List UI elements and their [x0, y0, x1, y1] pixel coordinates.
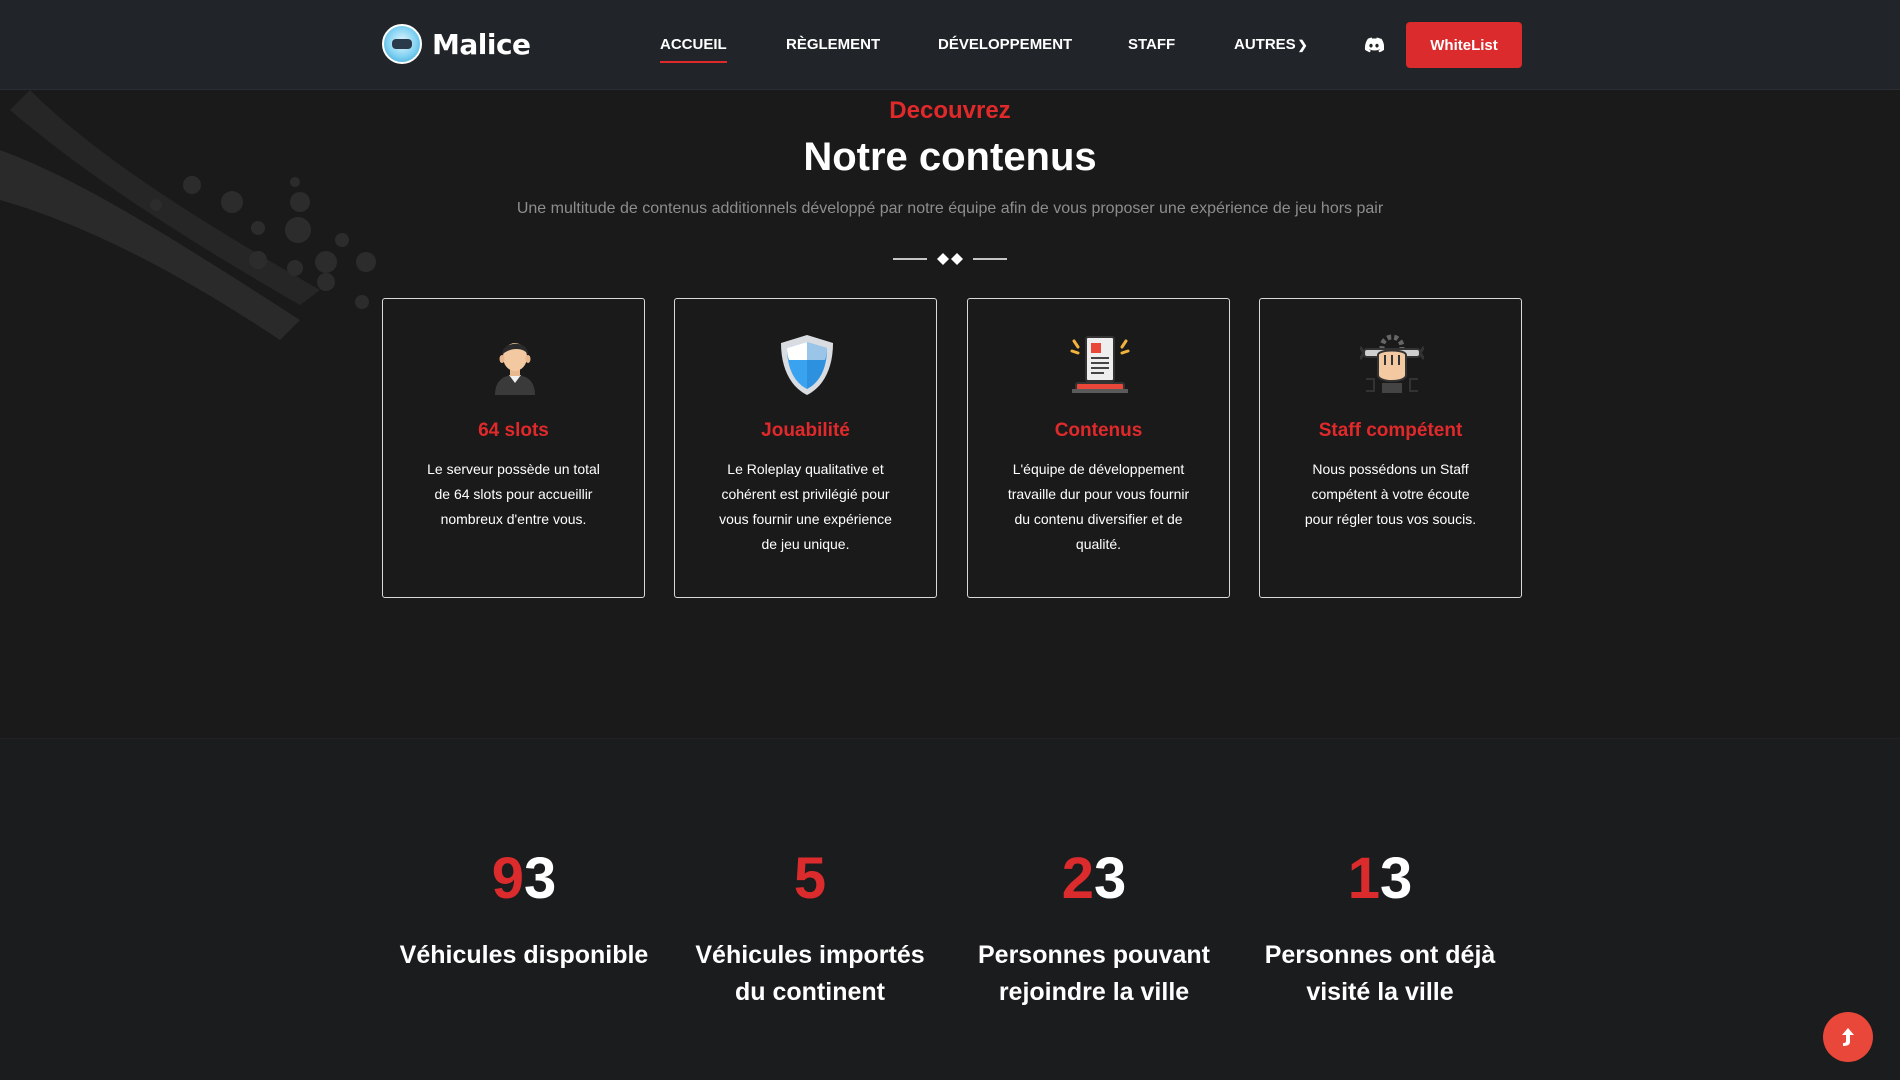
stat-number-white: 3: [524, 846, 557, 911]
card-text: Le Roleplay qualitative et cohérent est …: [719, 461, 892, 552]
stat-item: 13 Personnes ont déjà visité la ville: [1250, 849, 1510, 1011]
brand-name: Malice: [432, 27, 531, 61]
nav-link-developpement[interactable]: DÉVELOPPEMENT: [938, 36, 1072, 53]
feature-card: Jouabilité Le Roleplay qualitative et co…: [674, 298, 937, 598]
stat-number: 5: [680, 849, 940, 909]
stat-item: 5 Véhicules importés du continent: [680, 849, 940, 1011]
stat-number: 93: [394, 849, 654, 909]
fist-wrench-icon: [1360, 334, 1424, 393]
stat-label: Personnes ont déjà visité la ville: [1264, 941, 1496, 1006]
feature-cards: 64 slots Le serveur possède un total de …: [382, 298, 1522, 598]
stat-item: 93 Véhicules disponible: [394, 849, 654, 974]
stat-number-red: 2: [1061, 846, 1094, 911]
stat-label: Véhicules importés du continent: [695, 941, 925, 1006]
diamond-divider: [893, 253, 1007, 265]
stats-section: 93 Véhicules disponible 5 Véhicules impo…: [0, 738, 1900, 1080]
card-title: Staff compétent: [1318, 420, 1463, 441]
nav-link-autres-label: AUTRES: [1234, 36, 1296, 53]
stat-label: Véhicules disponible: [399, 941, 649, 969]
user-icon: [495, 343, 535, 395]
nav-link-staff[interactable]: STAFF: [1128, 36, 1175, 53]
stat-number: 13: [1250, 849, 1510, 909]
card-title: Contenus: [1054, 420, 1143, 441]
shield-icon: [781, 335, 833, 395]
card-title: 64 slots: [478, 420, 549, 441]
card-text: Nous possédons un Staff compétent à votr…: [1304, 461, 1477, 527]
discord-icon[interactable]: [1364, 36, 1384, 54]
feature-card: 64 slots Le serveur possède un total de …: [382, 298, 645, 598]
stat-number-red: 9: [491, 846, 524, 911]
card-text: L'équipe de développement travaille dur …: [1007, 461, 1190, 552]
stat-number-red: 5: [793, 846, 827, 911]
whitelist-button[interactable]: WhiteList: [1406, 22, 1522, 68]
brand-logo: [382, 24, 422, 64]
card-title: Jouabilité: [761, 420, 850, 441]
stat-label: Personnes pouvant rejoindre la ville: [978, 941, 1210, 1006]
nav-link-autres[interactable]: AUTRES ❯: [1234, 36, 1308, 53]
chevron-right-icon: ❯: [1297, 38, 1308, 52]
card-text: Le serveur possède un total de 64 slots …: [427, 461, 600, 527]
nav-link-reglement[interactable]: RÈGLEMENT: [786, 36, 880, 53]
nav-link-accueil[interactable]: ACCUEIL: [660, 36, 727, 63]
scroll-top-button[interactable]: [1823, 1012, 1873, 1062]
stat-number: 23: [964, 849, 1224, 909]
stat-number-red: 1: [1347, 846, 1380, 911]
navbar: Malice ACCUEIL RÈGLEMENT DÉVELOPPEMENT S…: [0, 0, 1900, 90]
feature-card: Contenus L'équipe de développement trava…: [967, 298, 1230, 598]
stat-number-white: 3: [1094, 846, 1127, 911]
stat-number-white: 3: [1380, 846, 1413, 911]
document-icon: [1070, 336, 1130, 393]
feature-card: Staff compétent Nous possédons un Staff …: [1259, 298, 1522, 598]
brand[interactable]: Malice: [382, 24, 531, 64]
decorative-brush: [0, 90, 376, 340]
arrow-up-icon: [1842, 1028, 1854, 1046]
stat-item: 23 Personnes pouvant rejoindre la ville: [964, 849, 1224, 1011]
